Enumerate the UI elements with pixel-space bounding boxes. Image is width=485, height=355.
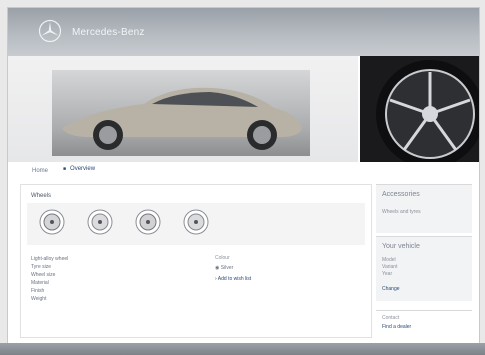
car-image (52, 70, 310, 156)
wheel-option-1-icon[interactable] (39, 209, 65, 235)
sidebar-box-accessories: Accessories Wheels and tyres (376, 184, 472, 233)
wheel-option-4-icon[interactable] (183, 209, 209, 235)
sidebar-text: Wheels and tyres (382, 209, 421, 215)
sidebar: Accessories Wheels and tyres Your vehicl… (376, 184, 472, 337)
footer-bar (0, 343, 485, 355)
star-logo-icon[interactable] (38, 19, 62, 43)
find-dealer-link[interactable]: Find a dealer (382, 324, 411, 330)
spec-line: Weight (31, 296, 47, 302)
wish-list-link[interactable]: › Add to wish list (215, 276, 251, 282)
wheel-option-3-icon[interactable] (135, 209, 161, 235)
breadcrumb-home[interactable]: Home (32, 168, 48, 174)
wheel-specs: Light-alloy wheel Tyre size Wheel size M… (31, 255, 68, 303)
spec-line: Tyre size (31, 264, 52, 270)
header: Mercedes-Benz (8, 8, 479, 56)
section-title: Wheels (31, 193, 52, 199)
sidebar-box-vehicle: Your vehicle Model Variant Year Change (376, 236, 472, 301)
sidebar-title: Your vehicle (382, 243, 420, 250)
spec-line: Material (31, 280, 49, 286)
sidebar-line: Model (382, 257, 396, 263)
option-radio[interactable]: ◉ Silver (215, 265, 233, 271)
sidebar-box-contact: Contact Find a dealer (376, 310, 472, 337)
sidebar-line: Year (382, 271, 393, 277)
main-panel: Wheels Light-alloy wheel Tyre size Wheel… (20, 184, 372, 338)
wish-list-label: Add to wish list (217, 276, 252, 282)
sidebar-text: Model Variant Year (382, 257, 397, 278)
spec-line: Finish (31, 288, 45, 294)
radio-label: Silver (220, 265, 234, 271)
change-vehicle-link[interactable]: Change (382, 286, 400, 292)
option-label: Colour (215, 255, 230, 261)
sidebar-title: Accessories (382, 191, 420, 198)
page: Mercedes-Benz Home Overview Wheels (7, 7, 480, 345)
wheel-option-2-icon[interactable] (87, 209, 113, 235)
wheel-selector (27, 203, 365, 245)
breadcrumb-link[interactable]: Overview (63, 166, 95, 172)
brand-name[interactable]: Mercedes-Benz (72, 27, 145, 38)
sidebar-line: Variant (382, 264, 398, 270)
sidebar-text: Contact (382, 315, 400, 321)
spec-line: Wheel size (31, 272, 56, 278)
wheel-image (360, 56, 479, 162)
spec-line: Light-alloy wheel (31, 256, 69, 262)
